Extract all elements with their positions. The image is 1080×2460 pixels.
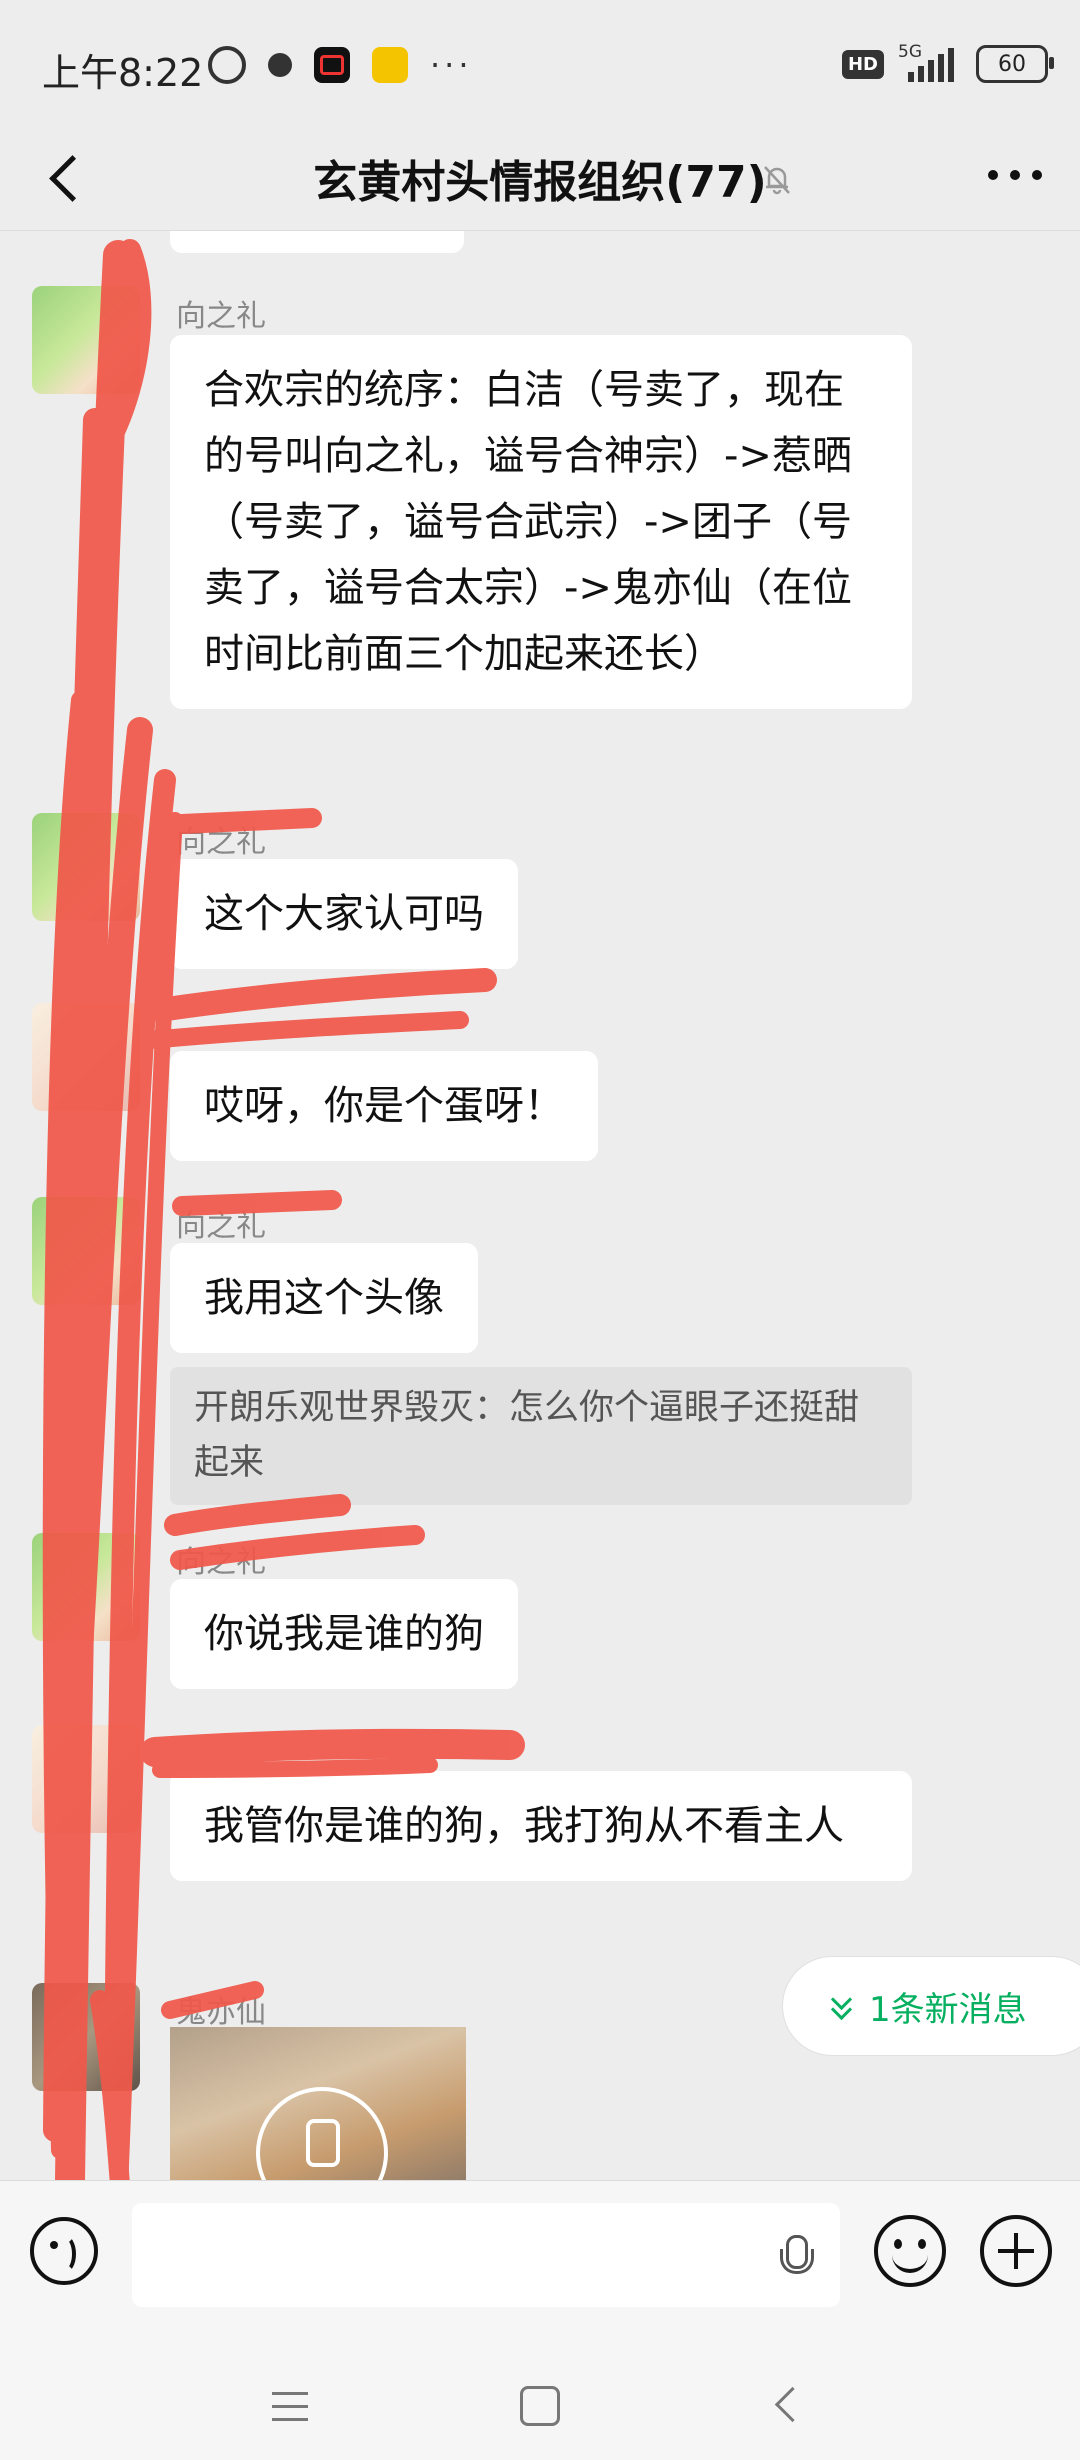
double-chevron-down-icon: [831, 1994, 853, 2018]
alarm-icon: [208, 46, 246, 84]
avatar[interactable]: [32, 1197, 140, 1305]
home-icon[interactable]: [520, 2386, 560, 2426]
screen-record-icon: [314, 47, 350, 83]
message-bubble[interactable]: 这个大家认可吗: [170, 859, 518, 969]
avatar[interactable]: [32, 813, 140, 921]
sender-name: 向之礼: [176, 1545, 266, 1580]
signal-icon: 5G: [898, 42, 962, 84]
mic-icon[interactable]: [776, 2235, 814, 2279]
app-notification-icon: [372, 47, 408, 83]
chat-area[interactable]: 向之礼 合欢宗的统序：白洁（号卖了，现在的号叫向之礼，谥号合神宗）->惹晒（号卖…: [0, 231, 1080, 2180]
status-notification-icons: ···: [208, 46, 473, 84]
previous-message-bubble: [170, 231, 464, 253]
new-message-badge[interactable]: 1条新消息: [782, 1956, 1080, 2056]
message-bubble[interactable]: 我管你是谁的狗，我打狗从不看主人: [170, 1771, 912, 1881]
status-right: HD 5G 60: [841, 42, 1054, 84]
message-bubble[interactable]: 我用这个头像: [170, 1243, 478, 1353]
message-bubble[interactable]: 你说我是谁的狗: [170, 1579, 518, 1689]
status-bar: 上午8:22 ··· HD 5G 60: [0, 0, 1080, 130]
menu-icon[interactable]: [272, 2392, 308, 2422]
status-time: 上午8:22: [42, 51, 204, 95]
battery-icon: 60: [976, 45, 1054, 83]
emoji-icon[interactable]: [874, 2215, 946, 2287]
more-horizontal-icon[interactable]: [988, 170, 1042, 180]
sender-name: 鬼亦仙: [176, 1995, 266, 2030]
message-bubble[interactable]: 哎呀，你是个蛋呀！: [170, 1051, 598, 1161]
app-dot-icon: [268, 53, 292, 77]
message-bubble[interactable]: 合欢宗的统序：白洁（号卖了，现在的号叫向之礼，谥号合神宗）->惹晒（号卖了，谥号…: [170, 335, 912, 709]
input-bar: [0, 2180, 1080, 2341]
sender-name: 向之礼: [176, 825, 266, 860]
avatar[interactable]: [32, 286, 140, 394]
sender-name: 向之礼: [176, 299, 266, 334]
sender-name: 向之礼: [176, 1209, 266, 1244]
avatar[interactable]: [32, 1533, 140, 1641]
avatar[interactable]: [32, 1725, 140, 1833]
chat-title: 玄黄村头情报组织(77): [313, 157, 767, 208]
battery-level: 60: [998, 51, 1026, 77]
image-message[interactable]: [170, 2027, 466, 2180]
new-message-label: 1条新消息: [869, 1989, 1027, 2030]
video-play-icon[interactable]: [256, 2087, 388, 2180]
back-icon[interactable]: [774, 2386, 811, 2423]
plus-icon[interactable]: [980, 2215, 1052, 2287]
avatar[interactable]: [32, 1003, 140, 1111]
system-nav-bar: [0, 2340, 1080, 2460]
quoted-message[interactable]: 开朗乐观世界毁灭：怎么你个逼眼子还挺甜起来: [170, 1367, 912, 1505]
message-input[interactable]: [132, 2203, 840, 2307]
hd-icon: HD: [841, 49, 884, 79]
avatar[interactable]: [32, 1983, 140, 2091]
bell-off-icon: [764, 166, 790, 195]
chat-header: 玄黄村头情报组织(77): [0, 130, 1080, 231]
status-more-icon: ···: [430, 46, 473, 84]
voice-icon[interactable]: [30, 2217, 98, 2285]
